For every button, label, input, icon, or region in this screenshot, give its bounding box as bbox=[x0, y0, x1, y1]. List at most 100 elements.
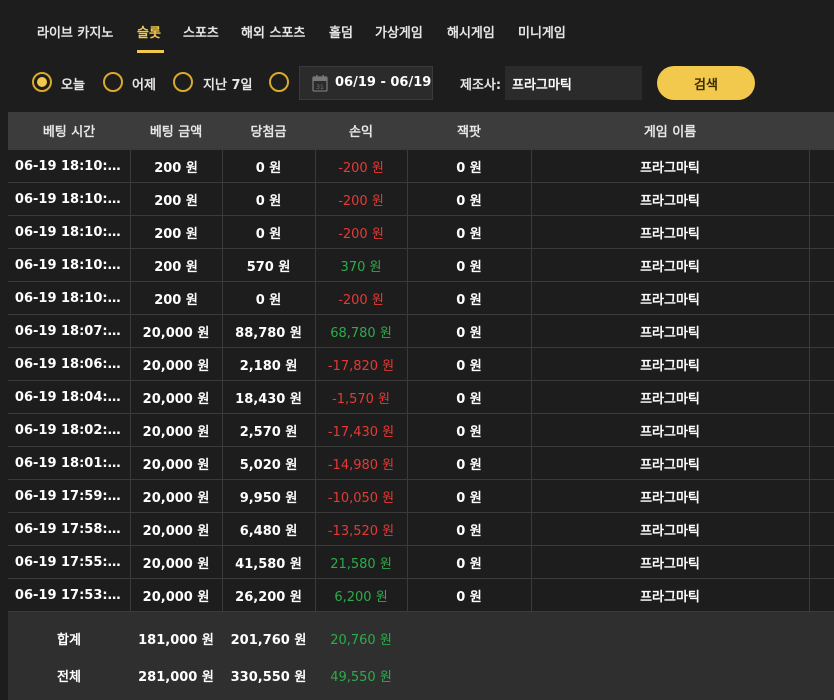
bet-time-cell: 06-19 18:10:… bbox=[8, 281, 131, 315]
bet-amount-cell: 200 원 bbox=[130, 281, 223, 315]
bet-time-cell: 06-19 18:01:… bbox=[8, 446, 131, 480]
game-name-cell: 프라그마틱 bbox=[531, 248, 810, 282]
bet-time-cell: 06-19 18:04:… bbox=[8, 380, 131, 414]
extra-cell bbox=[809, 413, 834, 447]
winnings-cell: 0 원 bbox=[222, 281, 316, 315]
grand-total-row: 전체 281,000 원 330,550 원 49,550 원 bbox=[8, 658, 834, 700]
filter-bar: 오늘 어제 지난 7일 31 06/19 - 06/19 제조사: 검색 bbox=[0, 60, 834, 106]
radio-yesterday-label[interactable]: 어제 bbox=[132, 74, 156, 93]
table-row: 06-19 18:10:… 200 원 570 원 370 원0 원 프라그마틱 bbox=[8, 248, 834, 282]
search-button[interactable]: 검색 bbox=[657, 66, 755, 100]
tab-mini-game[interactable]: 미니게임 bbox=[518, 22, 566, 41]
date-range-picker[interactable]: 31 06/19 - 06/19 bbox=[299, 66, 433, 100]
col-extra bbox=[809, 112, 834, 149]
game-name-cell: 프라그마틱 bbox=[531, 314, 810, 348]
winnings-cell: 26,200 원 bbox=[222, 578, 316, 612]
extra-cell bbox=[809, 347, 834, 381]
winnings-cell: 0 원 bbox=[222, 182, 316, 216]
profit-cell: 21,580 원 bbox=[315, 545, 408, 579]
tab-overseas-sports[interactable]: 해외 스포츠 bbox=[241, 22, 305, 41]
bet-amount-cell: 20,000 원 bbox=[130, 512, 223, 546]
extra-cell bbox=[809, 446, 834, 480]
bet-time-cell: 06-19 18:06:… bbox=[8, 347, 131, 381]
game-name-cell: 프라그마틱 bbox=[531, 347, 810, 381]
extra-cell bbox=[809, 512, 834, 546]
winnings-cell: 18,430 원 bbox=[222, 380, 316, 414]
tab-sports[interactable]: 스포츠 bbox=[183, 22, 219, 41]
bet-history-table: 베팅 시간 베팅 금액 당첨금 손익 잭팟 게임 이름 06-19 18:10:… bbox=[8, 112, 834, 700]
bet-amount-cell: 20,000 원 bbox=[130, 479, 223, 513]
profit-cell: -13,520 원 bbox=[315, 512, 408, 546]
winnings-cell: 570 원 bbox=[222, 248, 316, 282]
bet-amount-cell: 200 원 bbox=[130, 248, 223, 282]
winnings-cell: 88,780 원 bbox=[222, 314, 316, 348]
bet-amount-cell: 20,000 원 bbox=[130, 545, 223, 579]
radio-today[interactable] bbox=[32, 72, 52, 92]
extra-cell bbox=[809, 479, 834, 513]
provider-input[interactable] bbox=[505, 66, 642, 100]
radio-last-7-days[interactable] bbox=[173, 72, 193, 92]
winnings-cell: 6,480 원 bbox=[222, 512, 316, 546]
extra-cell bbox=[809, 380, 834, 414]
profit-cell: 6,200 원 bbox=[315, 578, 408, 612]
extra-cell bbox=[809, 281, 834, 315]
bet-time-cell: 06-19 18:10:… bbox=[8, 182, 131, 216]
bet-amount-cell: 20,000 원 bbox=[130, 413, 223, 447]
tab-hash-game[interactable]: 해시게임 bbox=[447, 22, 495, 41]
col-bet-time: 베팅 시간 bbox=[8, 112, 130, 149]
profit-cell: -10,050 원 bbox=[315, 479, 408, 513]
bet-time-cell: 06-19 17:55:… bbox=[8, 545, 131, 579]
col-winnings: 당첨금 bbox=[222, 112, 315, 149]
grand-total-bet: 281,000 원 bbox=[130, 658, 222, 700]
profit-cell: -17,430 원 bbox=[315, 413, 408, 447]
bet-history-table-container: 베팅 시간 베팅 금액 당첨금 손익 잭팟 게임 이름 06-19 18:10:… bbox=[8, 112, 834, 700]
subtotal-bet: 181,000 원 bbox=[130, 611, 222, 658]
radio-yesterday[interactable] bbox=[103, 72, 123, 92]
bet-amount-cell: 20,000 원 bbox=[130, 578, 223, 612]
profit-cell: -1,570 원 bbox=[315, 380, 408, 414]
bet-amount-cell: 20,000 원 bbox=[130, 446, 223, 480]
profit-cell: 370 원 bbox=[315, 248, 408, 282]
col-game-name: 게임 이름 bbox=[531, 112, 809, 149]
profit-cell: -17,820 원 bbox=[315, 347, 408, 381]
bet-amount-cell: 20,000 원 bbox=[130, 347, 223, 381]
table-row: 06-19 18:02:… 20,000 원 2,570 원 -17,430 원0 원… bbox=[8, 413, 834, 447]
tab-virtual-game[interactable]: 가상게임 bbox=[375, 22, 423, 41]
profit-cell: -200 원 bbox=[315, 148, 408, 183]
bet-amount-cell: 20,000 원 bbox=[130, 380, 223, 414]
radio-last-7-days-label[interactable]: 지난 7일 bbox=[203, 74, 252, 93]
col-bet-amount: 베팅 금액 bbox=[130, 112, 222, 149]
game-name-cell: 프라그마틱 bbox=[531, 545, 810, 579]
jackpot-cell: 0 원 bbox=[407, 215, 532, 249]
game-name-cell: 프라그마틱 bbox=[531, 380, 810, 414]
radio-today-label[interactable]: 오늘 bbox=[61, 74, 85, 93]
jackpot-cell: 0 원 bbox=[407, 578, 532, 612]
jackpot-cell: 0 원 bbox=[407, 512, 532, 546]
bet-time-cell: 06-19 18:10:… bbox=[8, 148, 131, 183]
extra-cell bbox=[809, 578, 834, 612]
game-name-cell: 프라그마틱 bbox=[531, 479, 810, 513]
subtotal-win: 201,760 원 bbox=[222, 611, 315, 658]
tab-slot[interactable]: 슬롯 bbox=[137, 22, 161, 41]
tab-holdem[interactable]: 홀덤 bbox=[329, 22, 353, 41]
winnings-cell: 5,020 원 bbox=[222, 446, 316, 480]
table-row: 06-19 18:06:… 20,000 원 2,180 원 -17,820 원0 원… bbox=[8, 347, 834, 381]
profit-cell: -14,980 원 bbox=[315, 446, 408, 480]
game-name-cell: 프라그마틱 bbox=[531, 182, 810, 216]
profit-cell: -200 원 bbox=[315, 215, 408, 249]
bet-time-cell: 06-19 17:53:… bbox=[8, 578, 131, 612]
tab-live-casino[interactable]: 라이브 카지노 bbox=[37, 22, 113, 41]
extra-cell bbox=[809, 314, 834, 348]
game-name-cell: 프라그마틱 bbox=[531, 148, 810, 183]
extra-cell bbox=[809, 182, 834, 216]
radio-custom-range[interactable] bbox=[269, 72, 289, 92]
subtotal-row: 합계 181,000 원 201,760 원 20,760 원 bbox=[8, 611, 834, 658]
table-row: 06-19 18:10:… 200 원0 원 -200 원0 원 프라그마틱 bbox=[8, 215, 834, 249]
jackpot-cell: 0 원 bbox=[407, 182, 532, 216]
bet-amount-cell: 20,000 원 bbox=[130, 314, 223, 348]
table-row: 06-19 18:10:… 200 원0 원 -200 원0 원 프라그마틱 bbox=[8, 182, 834, 216]
profit-cell: -200 원 bbox=[315, 281, 408, 315]
bet-time-cell: 06-19 18:02:… bbox=[8, 413, 131, 447]
profit-cell: 68,780 원 bbox=[315, 314, 408, 348]
provider-label: 제조사: bbox=[460, 78, 502, 93]
